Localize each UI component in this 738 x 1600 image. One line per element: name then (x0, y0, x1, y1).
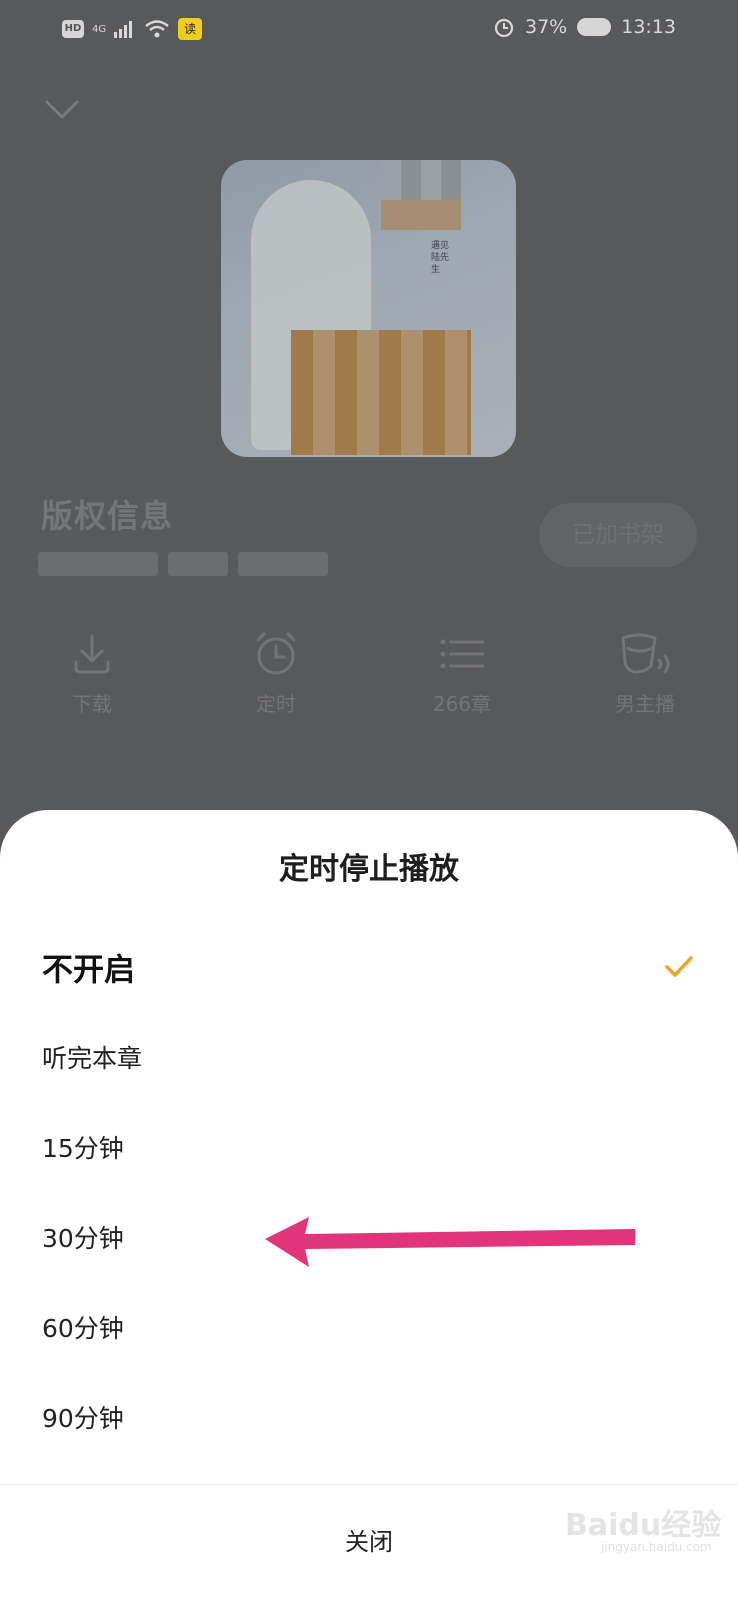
action-bar: 下载 定时 266章 男主播 (0, 630, 738, 740)
timer-option-90-min[interactable]: 90分钟 (0, 1372, 738, 1462)
sheet-title: 定时停止播放 (279, 852, 459, 887)
network-label: 4G (92, 23, 107, 35)
cover-title: 遇见 陆先生 (431, 240, 457, 276)
download-icon (74, 634, 110, 674)
book-title: 版权信息 (41, 497, 174, 535)
narrator-button[interactable]: 男主播 (585, 630, 705, 717)
blur-block (238, 552, 328, 576)
status-bar: HD 4G 读 37% 13:13 (0, 0, 738, 60)
blur-block (168, 552, 228, 576)
battery-percent: 37% (525, 16, 568, 38)
timer-option-end-of-chapter[interactable]: 听完本章 (0, 1012, 738, 1102)
narrator-icon (621, 633, 670, 674)
cover-mosaic (381, 200, 461, 230)
timer-option-off[interactable]: 不开启 (0, 922, 738, 1012)
signal-icon (114, 21, 133, 38)
clock-time: 13:13 (621, 16, 676, 38)
download-button[interactable]: 下载 (32, 630, 152, 717)
book-subtitle-blurred (38, 552, 338, 578)
chapters-button[interactable]: 266章 (402, 630, 522, 717)
close-button[interactable]: 关闭 (0, 1485, 738, 1600)
timer-option-60-min[interactable]: 60分钟 (0, 1282, 738, 1372)
status-left: HD 4G 读 (62, 18, 203, 40)
option-label: 30分钟 (42, 1224, 124, 1253)
added-to-shelf-button[interactable]: 已加书架 (539, 503, 697, 567)
option-label: 15分钟 (42, 1134, 124, 1163)
chapter-list-icon (440, 639, 485, 669)
download-label: 下载 (72, 692, 112, 716)
cover-mosaic (291, 330, 471, 455)
option-label: 60分钟 (42, 1314, 124, 1343)
cover-title-line: 遇见 (431, 241, 450, 251)
alarm-clock-icon (256, 632, 296, 675)
chevron-down-icon[interactable] (44, 96, 80, 124)
checkmark-icon (665, 956, 693, 977)
option-label: 不开启 (42, 952, 135, 989)
hd-icon: HD (62, 20, 84, 38)
cover-title-line: 陆先生 (431, 253, 450, 275)
wifi-icon (145, 20, 169, 38)
chapters-label: 266章 (432, 692, 492, 716)
alarm-status-icon (494, 18, 514, 38)
status-right: 37% 13:13 (493, 16, 676, 38)
timer-option-15-min[interactable]: 15分钟 (0, 1102, 738, 1192)
narrator-label: 男主播 (615, 692, 675, 716)
timer-button[interactable]: 定时 (216, 630, 336, 717)
timer-label: 定时 (256, 692, 296, 716)
option-label: 听完本章 (42, 1044, 143, 1073)
battery-icon (577, 18, 612, 36)
timer-bottom-sheet: 定时停止播放 不开启 听完本章 15分钟 30分钟 60分钟 90分钟 关闭 (0, 810, 738, 1600)
blur-block (38, 552, 158, 576)
book-cover: 遇见 陆先生 (221, 160, 516, 457)
option-label: 90分钟 (42, 1404, 124, 1433)
reading-app-badge: 读 (178, 18, 203, 40)
timer-option-30-min[interactable]: 30分钟 (0, 1192, 738, 1282)
